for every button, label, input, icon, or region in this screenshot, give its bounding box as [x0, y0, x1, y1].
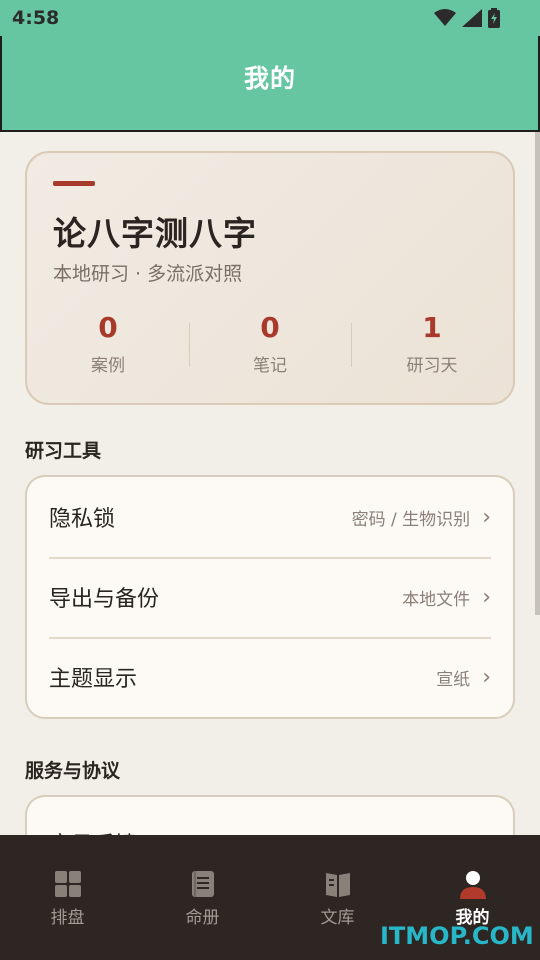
- battery-icon: [488, 8, 500, 28]
- chevron-right-icon: ›: [482, 584, 491, 610]
- tab-paipan[interactable]: 排盘: [0, 835, 135, 960]
- tab-label: 文库: [320, 908, 355, 928]
- chevron-right-icon: ›: [482, 664, 491, 690]
- wifi-icon: [434, 9, 456, 26]
- row-label: 意见反馈: [49, 827, 491, 835]
- list-item-theme-display[interactable]: 主题显示 宣纸 ›: [27, 637, 513, 717]
- book-icon: [191, 871, 214, 897]
- stat-label: 笔记: [253, 356, 287, 376]
- row-value: 密码 / 生物识别: [351, 509, 471, 530]
- row-label: 隐私锁: [49, 507, 116, 532]
- hero-accent-bar: [53, 181, 95, 186]
- row-label: 主题显示: [49, 667, 138, 692]
- watermark: ITMOP.COM: [380, 922, 534, 950]
- tab-label: 排盘: [50, 908, 85, 928]
- list-item-feedback[interactable]: 意见反馈: [27, 797, 513, 835]
- section-title-tools: 研习工具: [25, 440, 102, 462]
- page-title: 我的: [243, 64, 296, 93]
- hero-subtitle: 本地研习 · 多流派对照: [53, 263, 243, 285]
- stat-label: 案例: [91, 356, 125, 376]
- hero-title: 论八字测八字: [53, 214, 257, 253]
- tools-list: 隐私锁 密码 / 生物识别 › 导出与备份 本地文件 › 主题显示 宣纸 ›: [25, 475, 515, 719]
- status-icons: [434, 8, 500, 28]
- library-icon: [325, 873, 350, 897]
- stat-study-days[interactable]: 1 研习天: [351, 311, 513, 376]
- person-icon: [459, 871, 486, 899]
- row-value: 宣纸: [436, 669, 471, 690]
- stat-notes[interactable]: 0 笔记: [189, 311, 351, 376]
- row-label: 导出与备份: [49, 587, 160, 612]
- stat-cases[interactable]: 0 案例: [27, 311, 189, 376]
- row-value: 本地文件: [402, 589, 471, 610]
- stats-row: 0 案例 0 笔记 1 研习天: [27, 311, 513, 376]
- chevron-right-icon: ›: [482, 504, 491, 530]
- grid-icon: [54, 871, 81, 897]
- scrollbar[interactable]: [535, 132, 540, 615]
- stat-value: 0: [98, 311, 118, 344]
- stat-value: 0: [260, 311, 280, 344]
- status-bar: 4:58: [0, 0, 540, 36]
- tab-mingce[interactable]: 命册: [135, 835, 270, 960]
- signal-icon: [462, 9, 482, 27]
- stat-label: 研习天: [406, 356, 458, 376]
- section-title-services: 服务与协议: [25, 760, 121, 782]
- status-time: 4:58: [12, 7, 60, 29]
- stat-value: 1: [422, 311, 442, 344]
- content-scroll-area[interactable]: 论八字测八字 本地研习 · 多流派对照 0 案例 0 笔记 1 研习天 研习工具…: [0, 132, 540, 835]
- profile-hero-card: 论八字测八字 本地研习 · 多流派对照 0 案例 0 笔记 1 研习天: [25, 151, 515, 405]
- tab-label: 命册: [185, 908, 220, 928]
- app-bar: 我的: [0, 36, 540, 132]
- list-item-privacy-lock[interactable]: 隐私锁 密码 / 生物识别 ›: [27, 477, 513, 557]
- services-list: 意见反馈: [25, 795, 515, 835]
- list-item-export-backup[interactable]: 导出与备份 本地文件 ›: [27, 557, 513, 637]
